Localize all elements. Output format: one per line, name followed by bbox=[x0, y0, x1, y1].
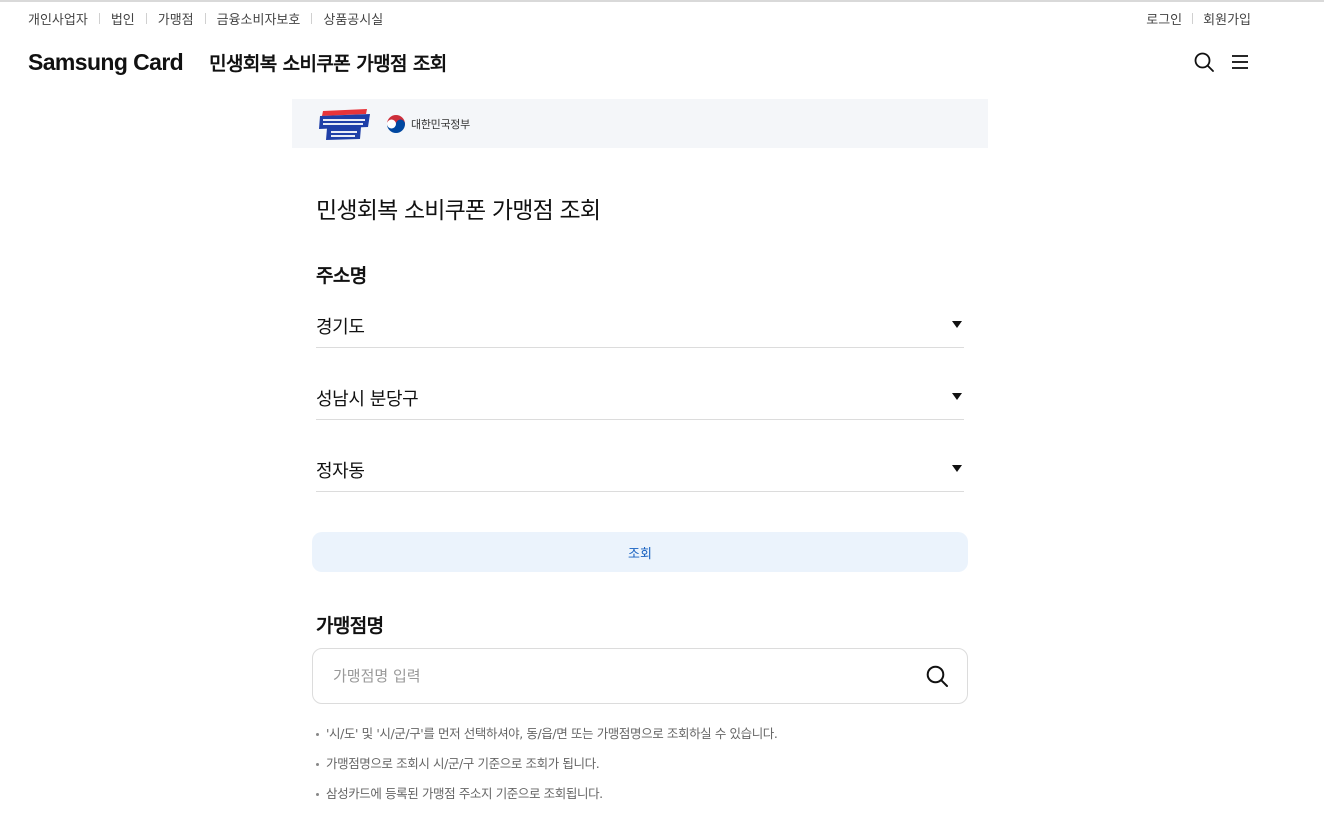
campaign-banner: 대한민국정부 bbox=[292, 99, 988, 148]
utility-nav: 개인사업자 법인 가맹점 금융소비자보호 상품공시실 bbox=[28, 9, 383, 28]
menu-icon[interactable] bbox=[1229, 51, 1251, 73]
signup-link[interactable]: 회원가입 bbox=[1203, 9, 1251, 28]
util-link-consumer-protection[interactable]: 금융소비자보호 bbox=[217, 9, 301, 28]
notice-item: 삼성카드에 등록된 가맹점 주소지 기준으로 조회됩니다. bbox=[316, 786, 996, 816]
city-value: 성남시 분당구 bbox=[316, 388, 419, 410]
header-title: 민생회복 소비쿠폰 가맹점 조회 bbox=[209, 52, 447, 75]
util-link-personal-business[interactable]: 개인사업자 bbox=[28, 9, 88, 28]
notice-list: '시/도' 및 '시/군/구'를 먼저 선택하셔야, 동/읍/면 또는 가맹점명… bbox=[316, 726, 996, 816]
divider bbox=[204, 13, 206, 24]
divider bbox=[311, 13, 313, 24]
divider bbox=[98, 13, 100, 24]
util-link-corporate[interactable]: 법인 bbox=[111, 9, 135, 28]
search-icon[interactable] bbox=[925, 664, 949, 688]
city-select[interactable]: 성남시 분당구 bbox=[316, 376, 964, 420]
government-logo: 대한민국정부 bbox=[386, 114, 470, 134]
campaign-logo bbox=[317, 108, 372, 140]
notice-item: 가맹점명으로 조회시 시/군/구 기준으로 조회가 됩니다. bbox=[316, 756, 996, 786]
site-header: Samsung Card 민생회복 소비쿠폰 가맹점 조회 bbox=[28, 44, 1251, 80]
district-value: 정자동 bbox=[316, 460, 365, 482]
notice-item: '시/도' 및 '시/군/구'를 먼저 선택하셔야, 동/읍/면 또는 가맹점명… bbox=[316, 726, 996, 756]
util-link-product-disclosure[interactable]: 상품공시실 bbox=[323, 9, 383, 28]
search-icon[interactable] bbox=[1193, 51, 1215, 73]
caret-down-icon bbox=[952, 465, 962, 472]
page-title: 민생회복 소비쿠폰 가맹점 조회 bbox=[316, 198, 601, 224]
merchant-search-box bbox=[312, 648, 968, 704]
merchant-label: 가맹점명 bbox=[316, 615, 384, 637]
caret-down-icon bbox=[952, 393, 962, 400]
caret-down-icon bbox=[952, 321, 962, 328]
header-actions bbox=[1193, 51, 1251, 73]
government-label: 대한민국정부 bbox=[411, 117, 470, 131]
address-label: 주소명 bbox=[316, 265, 367, 287]
district-select[interactable]: 정자동 bbox=[316, 448, 964, 492]
account-nav: 로그인 회원가입 bbox=[1146, 9, 1251, 28]
taegeuk-icon bbox=[387, 114, 405, 133]
divider bbox=[1192, 13, 1194, 24]
search-button[interactable]: 조회 bbox=[312, 532, 968, 572]
province-value: 경기도 bbox=[316, 316, 365, 338]
province-select[interactable]: 경기도 bbox=[316, 304, 964, 348]
divider bbox=[145, 13, 147, 24]
brand-logo[interactable]: Samsung Card bbox=[28, 49, 184, 76]
login-link[interactable]: 로그인 bbox=[1146, 9, 1182, 28]
top-border bbox=[0, 0, 1324, 2]
merchant-name-input[interactable] bbox=[333, 667, 925, 685]
util-link-merchant[interactable]: 가맹점 bbox=[158, 9, 194, 28]
